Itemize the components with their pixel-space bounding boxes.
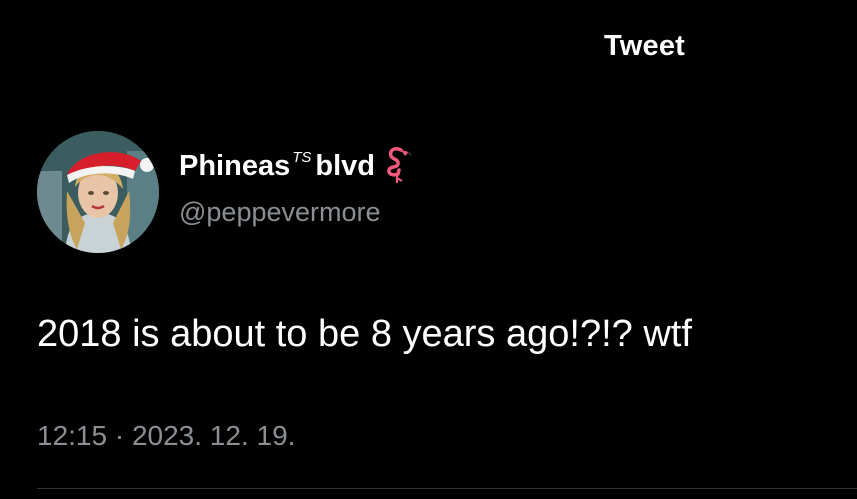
tweet-text: 2018 is about to be 8 years ago!?!? wtf [37,313,692,355]
display-name-prefix: Phineas [179,150,291,182]
display-name[interactable]: Phineas TS blvd [179,147,413,192]
display-name-suffix: blvd [315,150,376,182]
avatar[interactable] [37,131,159,253]
flamingo-icon [381,146,413,192]
avatar-image [37,131,159,253]
divider [37,488,857,489]
user-handle[interactable]: @peppevermore [179,197,381,228]
tweet-timestamp[interactable]: 12:15 · 2023. 12. 19. [37,420,295,452]
display-name-superscript: TS [292,149,312,166]
page-title: Tweet [604,30,686,62]
